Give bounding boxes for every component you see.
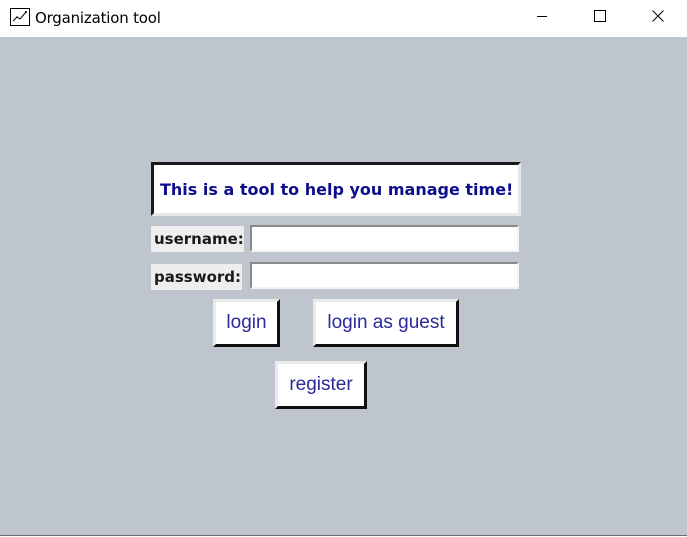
welcome-banner: This is a tool to help you manage time!	[151, 162, 521, 216]
app-window: Organization tool This is a tool to help…	[0, 0, 687, 537]
title-bar[interactable]: Organization tool	[0, 0, 687, 37]
banner-text: This is a tool to help you manage time!	[160, 179, 514, 199]
username-input[interactable]	[250, 225, 519, 252]
maximize-icon	[594, 9, 606, 27]
client-area: This is a tool to help you manage time! …	[0, 37, 687, 536]
username-label: username:	[151, 226, 244, 252]
minimize-icon	[536, 9, 548, 27]
register-button[interactable]: register	[275, 361, 367, 409]
password-input[interactable]	[250, 262, 519, 289]
close-icon	[652, 9, 664, 27]
window-title: Organization tool	[35, 9, 161, 27]
login-button[interactable]: login	[213, 299, 280, 347]
maximize-button[interactable]	[571, 0, 629, 36]
login-as-guest-button[interactable]: login as guest	[313, 299, 459, 347]
close-button[interactable]	[629, 0, 687, 36]
app-graph-icon	[10, 8, 30, 26]
password-label: password:	[151, 264, 242, 290]
minimize-button[interactable]	[513, 0, 571, 36]
